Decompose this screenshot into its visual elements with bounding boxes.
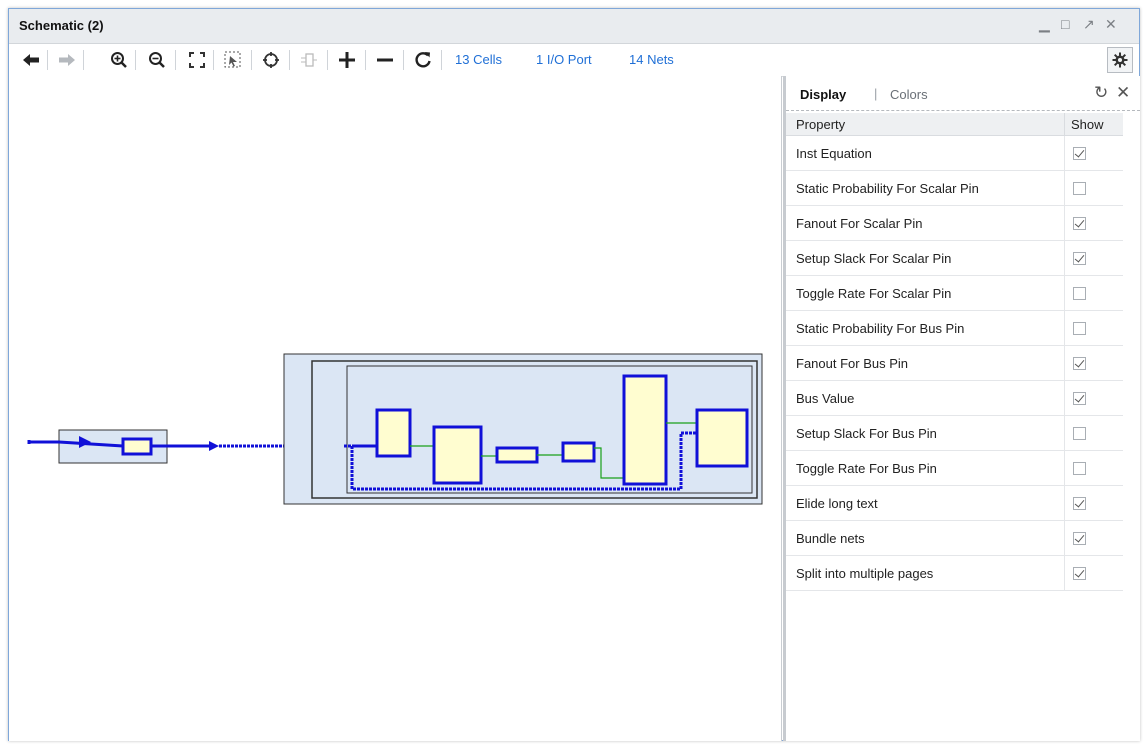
tab-display[interactable]: Display — [800, 87, 846, 102]
property-row: Inst Equation — [786, 135, 1123, 171]
cell-3 — [495, 446, 539, 464]
show-checkbox[interactable] — [1073, 426, 1086, 440]
forward-arrow-icon[interactable] — [55, 48, 79, 72]
panel-close-icon[interactable]: ✕ — [1116, 83, 1130, 103]
back-arrow-icon[interactable] — [19, 48, 43, 72]
schematic-window: Schematic (2) ▁ □ ↗ ✕ 13 Cells 1 I/O Por… — [8, 8, 1140, 741]
ibuf-cell — [121, 437, 153, 456]
property-row: Toggle Rate For Bus Pin — [786, 450, 1123, 486]
minimize-icon[interactable]: ▁ — [1039, 16, 1050, 33]
window-title: Schematic (2) — [19, 18, 104, 33]
property-label: Toggle Rate For Bus Pin — [786, 450, 1065, 486]
show-checkbox[interactable] — [1073, 461, 1086, 475]
property-label: Setup Slack For Bus Pin — [786, 415, 1065, 451]
ports-count-link[interactable]: 1 I/O Port — [536, 52, 592, 67]
property-label: Inst Equation — [786, 135, 1065, 171]
show-checkbox[interactable] — [1073, 531, 1086, 545]
property-row: Setup Slack For Scalar Pin — [786, 240, 1123, 276]
cell-6 — [695, 408, 749, 468]
property-label: Split into multiple pages — [786, 555, 1065, 591]
show-cell — [1064, 380, 1123, 416]
collapse-minus-icon[interactable] — [373, 48, 397, 72]
show-cell — [1064, 170, 1123, 206]
schematic-diagram[interactable] — [9, 76, 779, 741]
column-show[interactable]: Show — [1064, 113, 1123, 136]
title-bar: Schematic (2) ▁ □ ↗ ✕ — [9, 9, 1139, 44]
show-cell — [1064, 275, 1123, 311]
show-checkbox[interactable] — [1073, 391, 1086, 405]
zoom-out-icon[interactable] — [145, 48, 169, 72]
refresh-icon[interactable] — [411, 48, 435, 72]
cell-2 — [432, 425, 483, 485]
property-label: Static Probability For Bus Pin — [786, 310, 1065, 346]
display-settings-panel: Display | Colors ↻ ✕ Property Show Inst … — [783, 76, 1140, 741]
restore-icon[interactable]: ↗ — [1083, 16, 1095, 33]
cell-1 — [375, 408, 412, 458]
show-checkbox[interactable] — [1073, 181, 1086, 195]
nets-count-link[interactable]: 14 Nets — [629, 52, 674, 67]
show-cell — [1064, 555, 1123, 591]
schematic-canvas[interactable] — [9, 76, 782, 741]
close-icon[interactable]: ✕ — [1105, 16, 1117, 33]
property-row: Elide long text — [786, 485, 1123, 521]
show-checkbox[interactable] — [1073, 251, 1086, 265]
show-checkbox[interactable] — [1073, 321, 1086, 335]
maximize-icon[interactable]: □ — [1061, 16, 1069, 32]
show-cell — [1064, 310, 1123, 346]
find-crosshair-icon[interactable] — [259, 48, 283, 72]
property-row: Static Probability For Scalar Pin — [786, 170, 1123, 206]
property-row: Bundle nets — [786, 520, 1123, 556]
show-cell — [1064, 205, 1123, 241]
panel-tabs: Display | Colors ↻ ✕ — [786, 76, 1140, 111]
show-cell — [1064, 135, 1123, 171]
property-row: Fanout For Bus Pin — [786, 345, 1123, 381]
panel-refresh-icon[interactable]: ↻ — [1094, 83, 1108, 103]
column-property[interactable]: Property — [786, 113, 1065, 136]
show-cell — [1064, 240, 1123, 276]
tab-colors[interactable]: Colors — [890, 87, 928, 102]
cell-4 — [561, 441, 596, 463]
show-cell — [1064, 415, 1123, 451]
show-checkbox[interactable] — [1073, 356, 1086, 370]
property-label: Bus Value — [786, 380, 1065, 416]
show-checkbox[interactable] — [1073, 216, 1086, 230]
pin-icon[interactable] — [297, 48, 321, 72]
property-row: Split into multiple pages — [786, 555, 1123, 591]
gear-icon[interactable] — [1107, 47, 1133, 73]
property-label: Fanout For Bus Pin — [786, 345, 1065, 381]
zoom-in-icon[interactable] — [107, 48, 131, 72]
fit-view-icon[interactable] — [185, 48, 209, 72]
show-checkbox[interactable] — [1073, 146, 1086, 160]
cells-count-link[interactable]: 13 Cells — [455, 52, 502, 67]
show-cell — [1064, 485, 1123, 521]
property-table: Property Show Inst Equation Static Probab… — [786, 113, 1123, 591]
property-row: Setup Slack For Bus Pin — [786, 415, 1123, 451]
show-cell — [1064, 520, 1123, 556]
tab-separator: | — [874, 86, 878, 101]
property-label: Fanout For Scalar Pin — [786, 205, 1065, 241]
show-checkbox[interactable] — [1073, 566, 1086, 580]
property-row: Static Probability For Bus Pin — [786, 310, 1123, 346]
expand-plus-icon[interactable] — [335, 48, 359, 72]
property-label: Bundle nets — [786, 520, 1065, 556]
show-cell — [1064, 345, 1123, 381]
property-row: Bus Value — [786, 380, 1123, 416]
property-label: Static Probability For Scalar Pin — [786, 170, 1065, 206]
zoom-select-icon[interactable] — [221, 48, 245, 72]
property-row: Fanout For Scalar Pin — [786, 205, 1123, 241]
cell-5 — [622, 374, 668, 486]
show-checkbox[interactable] — [1073, 286, 1086, 300]
property-label: Setup Slack For Scalar Pin — [786, 240, 1065, 276]
property-label: Toggle Rate For Scalar Pin — [786, 275, 1065, 311]
show-cell — [1064, 450, 1123, 486]
property-label: Elide long text — [786, 485, 1065, 521]
property-row: Toggle Rate For Scalar Pin — [786, 275, 1123, 311]
show-checkbox[interactable] — [1073, 496, 1086, 510]
toolbar: 13 Cells 1 I/O Port 14 Nets — [9, 44, 1139, 77]
